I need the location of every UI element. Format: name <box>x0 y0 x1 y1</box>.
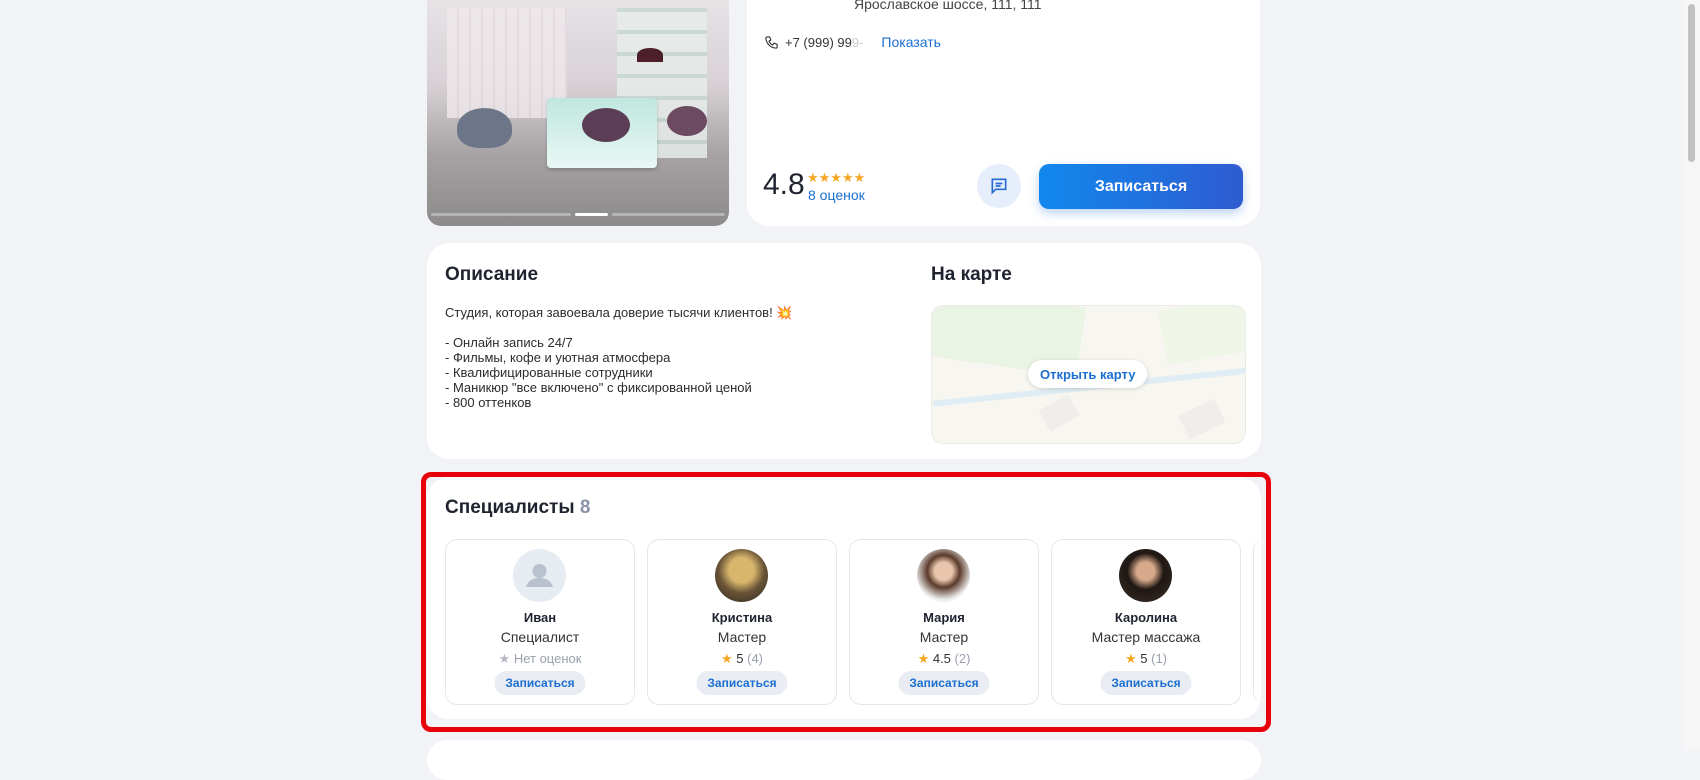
phone-number: +7 (999) 99 <box>785 34 852 50</box>
star-icon: ★ <box>720 651 733 666</box>
description-title: Описание <box>445 264 539 285</box>
specialist-role: Специалист <box>500 629 580 645</box>
description-line: - Маникюр "все включено" с фиксированной… <box>445 380 752 395</box>
phone-icon <box>765 35 778 49</box>
avatar-placeholder <box>513 549 566 602</box>
specialists-title: Специалисты 8 <box>445 497 590 519</box>
photo-lamp <box>637 48 663 62</box>
specialist-card-partial[interactable] <box>1253 539 1261 703</box>
phone-hidden-part: 9- <box>851 34 864 50</box>
star-icon: ★ <box>1124 651 1137 666</box>
specialist-rating: ★ Нет оценок <box>446 651 634 667</box>
map-title: На карте <box>931 264 1012 285</box>
specialist-name: Кристина <box>711 610 773 625</box>
description-line <box>445 320 793 335</box>
specialists-count: 8 <box>579 497 591 518</box>
specialist-book-button[interactable]: Записаться <box>1100 671 1192 695</box>
specialist-card[interactable]: Иван Специалист ★ Нет оценок Записаться <box>445 539 635 705</box>
specialist-book-button[interactable]: Записаться <box>898 671 990 695</box>
next-section-card <box>427 740 1261 780</box>
specialist-role: Мастер массажа <box>1091 629 1201 645</box>
specialist-rating-value: 5 <box>1140 651 1148 666</box>
description-line: Студия, которая завоевала доверие тысячи… <box>445 305 793 320</box>
map-preview[interactable]: Открыть карту <box>931 305 1246 444</box>
star-icon: ★ <box>498 651 511 666</box>
specialist-name: Мария <box>923 610 965 625</box>
chat-button[interactable] <box>977 164 1021 208</box>
description-line: - Квалифицированные сотрудники <box>445 365 653 380</box>
description-line: - Фильмы, кофе и уютная атмосфера <box>445 350 671 365</box>
specialist-card[interactable]: Каролина Мастер массажа ★ 5 (1) Записать… <box>1051 539 1241 705</box>
description-line: - Онлайн запись 24/7 <box>445 335 573 350</box>
rating-stars-icon: ★★★★★ <box>807 170 866 185</box>
specialist-reviews: Нет оценок <box>513 651 582 666</box>
book-button[interactable]: Записаться <box>1039 164 1243 209</box>
scrollbar-thumb[interactable] <box>1688 4 1695 162</box>
specialist-card[interactable]: Мария Мастер ★ 4.5 (2) Записаться <box>849 539 1039 705</box>
avatar <box>1119 549 1172 602</box>
page-scrollbar[interactable] <box>1683 0 1700 750</box>
specialist-rating-value: 4.5 <box>932 651 951 666</box>
specialist-reviews: (2) <box>954 651 971 666</box>
photo-dot-active[interactable] <box>575 213 608 216</box>
phone-row: +7 (999) 99 9- Показать <box>764 32 941 52</box>
specialist-rating-value: 5 <box>736 651 744 666</box>
photo-chair <box>457 108 512 148</box>
salon-info-card: Ярославское шоссе, 111, 111 +7 (999) 99 … <box>747 0 1260 226</box>
avatar <box>917 549 970 602</box>
specialist-book-button[interactable]: Записаться <box>696 671 788 695</box>
specialist-name: Иван <box>523 610 557 625</box>
salon-photo[interactable] <box>427 0 729 226</box>
photo-chair <box>667 106 707 136</box>
star-icon: ★ <box>917 651 930 666</box>
specialist-role: Мастер <box>919 629 969 645</box>
photo-dot[interactable] <box>612 213 725 216</box>
specialist-rating: ★ 5 (1) <box>1052 651 1240 667</box>
specialists-card: Специалисты 8 Иван Специалист ★ Нет оцен… <box>427 477 1261 719</box>
show-phone-link[interactable]: Показать <box>881 34 941 50</box>
specialists-title-text: Специалисты <box>445 497 575 518</box>
specialist-book-button[interactable]: Записаться <box>494 671 586 695</box>
photo-dot[interactable] <box>431 213 571 216</box>
specialist-rating: ★ 4.5 (2) <box>850 651 1038 667</box>
photo-pagination <box>431 213 725 216</box>
avatar <box>715 549 768 602</box>
rating-value: 4.8 <box>763 168 805 201</box>
description-text: Студия, которая завоевала доверие тысячи… <box>445 305 793 410</box>
chat-icon <box>991 178 1007 195</box>
photo-chair <box>582 108 630 142</box>
salon-address: Ярославское шоссе, 111, 111 <box>854 0 1042 12</box>
description-line: - 800 оттенков <box>445 395 532 410</box>
open-map-button[interactable]: Открыть карту <box>1028 360 1148 388</box>
specialist-reviews: (1) <box>1151 651 1168 666</box>
reviews-link[interactable]: 8 оценок <box>808 187 865 203</box>
specialist-name: Каролина <box>1114 610 1178 625</box>
specialist-reviews: (4) <box>747 651 764 666</box>
user-icon <box>526 564 553 587</box>
specialist-role: Мастер <box>717 629 767 645</box>
description-card: Описание Студия, которая завоевала довер… <box>427 243 1261 459</box>
specialist-rating: ★ 5 (4) <box>648 651 836 667</box>
specialist-card[interactable]: Кристина Мастер ★ 5 (4) Записаться <box>647 539 837 705</box>
